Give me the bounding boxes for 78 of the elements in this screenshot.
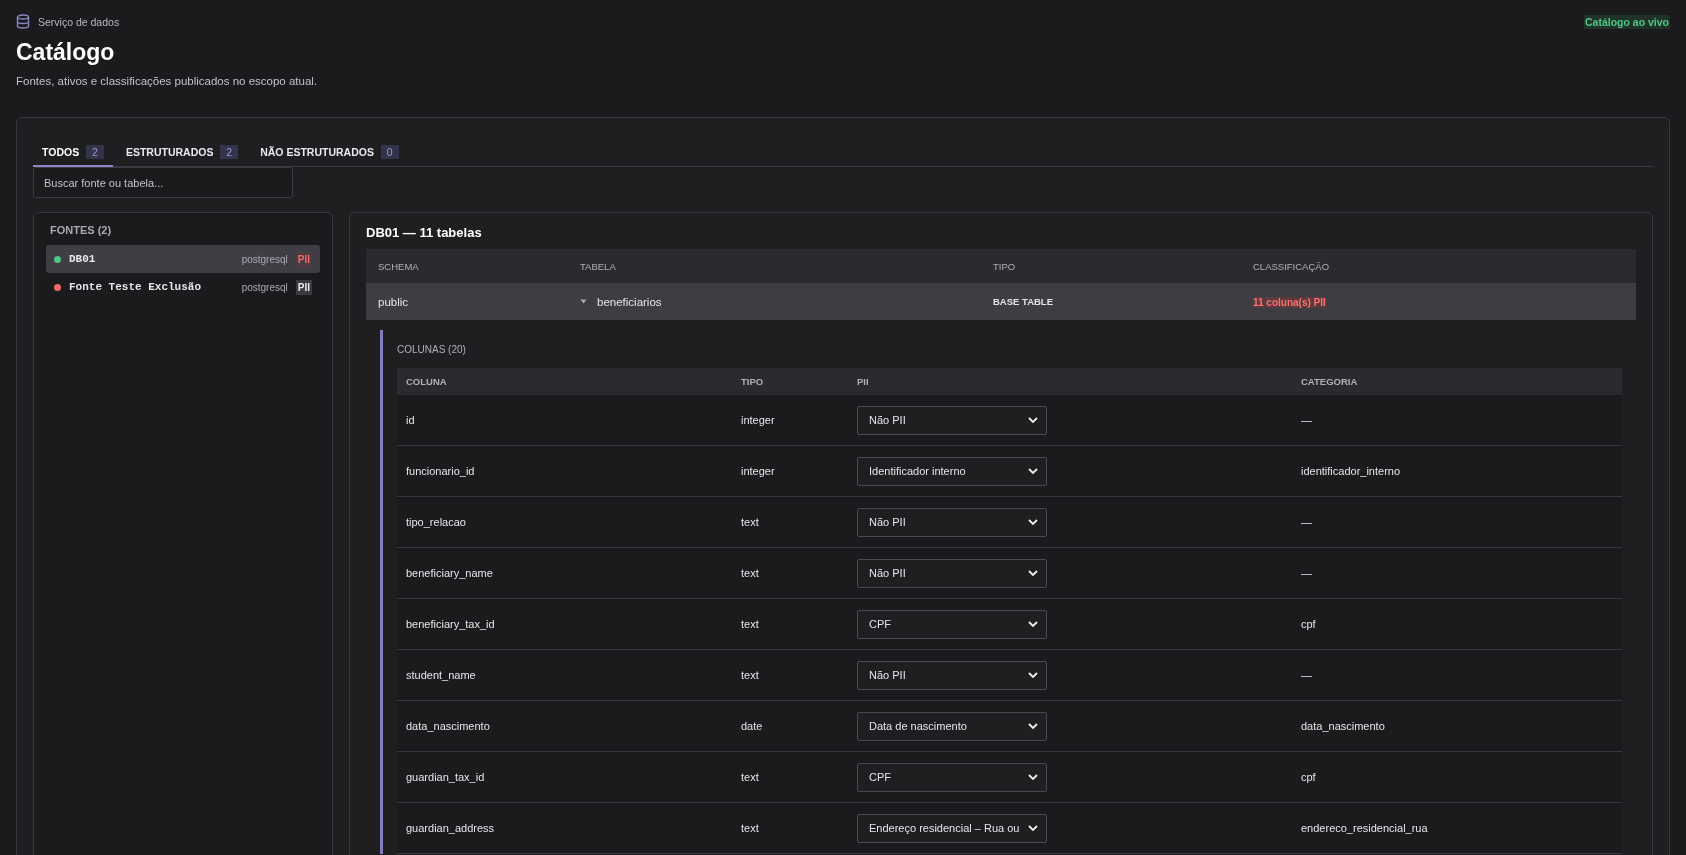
page-subtitle: Fontes, ativos e classificações publicados no escopo atual. — [16, 75, 318, 87]
pii-select[interactable]: Não PII — [857, 660, 1047, 690]
chevron-icon — [1028, 774, 1038, 780]
pii-select[interactable]: Identificador interno — [857, 456, 1047, 486]
chevron-icon — [1028, 825, 1038, 831]
schema-cell-text: public — [378, 295, 410, 308]
column-header: CATEGORIA — [1301, 376, 1359, 387]
caret-icon[interactable] — [580, 299, 587, 304]
category-cell-text: — — [1301, 567, 1313, 579]
data-type-cell-text: text — [741, 669, 760, 681]
columns-title: COLUNAS (20) — [397, 343, 467, 357]
data-type-cell-text: integer — [741, 414, 776, 426]
column-header: CLASSIFICAÇÃO — [1253, 260, 1331, 272]
column-name-cell-text: data_nascimento — [406, 720, 491, 732]
page-title: Catálogo — [16, 39, 116, 66]
search-field[interactable]: Buscar fonte ou tabela... — [33, 167, 293, 198]
pii-select[interactable]: CPF — [857, 762, 1047, 792]
detail-title: DB01 — 11 tabelas — [366, 225, 483, 240]
category-cell-text: data_nascimento — [1301, 720, 1386, 732]
pii-select[interactable]: Endereço residencial – Rua ou — [857, 813, 1047, 843]
source-engine: postgresql — [241, 253, 288, 265]
pii-select[interactable]: Não PII — [857, 558, 1047, 588]
column-name-cell-text: guardian_tax_id — [406, 771, 486, 783]
type-cell-text: BASE TABLE — [993, 296, 1054, 307]
chevron-icon — [1028, 723, 1038, 729]
column-name-cell-text: student_name — [406, 669, 477, 681]
pii-tag: PII — [295, 251, 312, 267]
chevron-icon — [1028, 621, 1038, 627]
data-type-cell-text: text — [741, 822, 760, 834]
data-type-cell-text: integer — [741, 465, 776, 477]
column-header: SCHEMA — [378, 260, 420, 272]
data-type-cell-text: text — [741, 618, 760, 630]
filter-tab[interactable]: NÃO ESTRUTURADOS 0 — [251, 138, 408, 167]
table-row[interactable]: public beneficiarios BASE TABLE 11 coluna(s) PII — [366, 283, 1636, 320]
category-cell-text: cpf — [1301, 771, 1317, 783]
chevron-icon — [1028, 519, 1038, 525]
data-type-cell-text: date — [741, 720, 764, 732]
column-name-cell-text: guardian_address — [406, 822, 496, 834]
service-label: Serviço de dados — [38, 15, 120, 28]
category-cell-text: — — [1301, 516, 1313, 528]
column-name-cell-text: funcionario_id — [406, 465, 476, 477]
data-type-cell-text: text — [741, 567, 760, 579]
column-name-cell-text: tipo_relacao — [406, 516, 467, 528]
chevron-icon — [1028, 468, 1038, 474]
pii-select[interactable]: Não PII — [857, 507, 1047, 537]
column-name-cell-text: id — [406, 414, 416, 426]
source-item[interactable]: DB01 postgresql PII — [46, 245, 320, 273]
source-name: DB01 — [69, 253, 97, 265]
source-name: Fonte Teste Exclusão — [69, 281, 203, 293]
category-cell-text: — — [1301, 414, 1313, 426]
chevron-icon — [1028, 570, 1038, 576]
pii-tag: PII — [295, 279, 312, 295]
column-header: TIPO — [993, 260, 1017, 272]
category-cell-text: endereco_residencial_rua — [1301, 822, 1429, 834]
filter-tab[interactable]: ESTRUTURADOS 2 — [116, 138, 248, 167]
source-item[interactable]: Fonte Teste Exclusão postgresql PII — [46, 273, 320, 301]
source-engine: postgresql — [241, 281, 288, 293]
chevron-icon — [1028, 417, 1038, 423]
category-cell-text: — — [1301, 669, 1313, 681]
live-status-badge: Catálogo ao vivo — [1584, 15, 1670, 29]
pii-select[interactable]: CPF — [857, 609, 1047, 639]
chevron-icon — [1028, 672, 1038, 678]
classification-tag: 11 coluna(s) PII — [1253, 296, 1326, 308]
data-type-cell-text: text — [741, 516, 760, 528]
sources-title: FONTES (2) — [49, 224, 113, 238]
column-header: TABELA — [580, 260, 617, 272]
pii-select[interactable]: Data de nascimento — [857, 711, 1047, 741]
database-icon — [16, 14, 30, 29]
column-header: PII — [857, 376, 870, 387]
column-name-cell-text: beneficiary_name — [406, 567, 494, 579]
column-name-cell-text: beneficiary_tax_id — [406, 618, 496, 630]
category-cell-text: cpf — [1301, 618, 1317, 630]
category-cell-text: identificador_interno — [1301, 465, 1402, 477]
data-type-cell-text: text — [741, 771, 760, 783]
column-header: COLUNA — [406, 376, 448, 387]
pii-select[interactable]: Não PII — [857, 405, 1047, 435]
column-header: TIPO — [741, 376, 765, 387]
table-name: beneficiarios — [597, 295, 662, 308]
